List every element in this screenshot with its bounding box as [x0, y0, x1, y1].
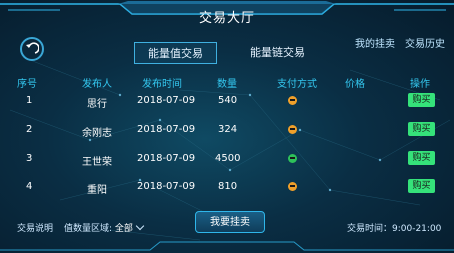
- my-sell-link[interactable]: 我的挂卖: [355, 35, 395, 50]
- row-quantity: 810: [218, 181, 238, 192]
- sell-button[interactable]: 我要挂卖: [195, 211, 265, 233]
- page-title: 交易大厅: [198, 11, 255, 26]
- trade-history-link[interactable]: 交易历史: [405, 35, 445, 50]
- row-no: 1: [26, 95, 33, 106]
- back-arrow-icon: [26, 42, 39, 54]
- row-quantity: 540: [218, 95, 238, 106]
- row-time: 2018-07-09: [137, 124, 196, 135]
- header-payment: 支付方式: [277, 79, 317, 90]
- row-time: 2018-07-09: [137, 95, 196, 106]
- row-quantity: 4500: [215, 153, 241, 164]
- row-no: 4: [26, 181, 33, 192]
- row-no: 2: [26, 124, 33, 135]
- payment-icon: [288, 182, 297, 191]
- back-button[interactable]: [20, 37, 44, 61]
- header-action: 操作: [410, 79, 430, 90]
- buy-button[interactable]: 购买: [408, 93, 435, 107]
- row-publisher: 王世荣: [82, 157, 112, 168]
- header-no: 序号: [17, 79, 37, 90]
- tab-energy-chain[interactable]: 能量链交易: [236, 42, 319, 64]
- range-label: 值数量区域:: [64, 224, 113, 234]
- footer-frame: [0, 241, 454, 251]
- buy-button[interactable]: 购买: [408, 151, 435, 165]
- tab-energy-value[interactable]: 能量值交易: [134, 42, 217, 64]
- range-selector[interactable]: 值数量区域: 全部: [64, 221, 145, 234]
- row-publisher: 思行: [87, 99, 107, 110]
- range-value: 全部: [114, 224, 133, 234]
- payment-icon: [288, 96, 297, 105]
- trade-time: 交易时间：9:00-21:00: [347, 224, 442, 234]
- payment-icon: [288, 125, 297, 134]
- payment-icon: [288, 154, 297, 163]
- header-time: 发布时间: [142, 79, 182, 90]
- buy-button[interactable]: 购买: [408, 122, 435, 136]
- chevron-down-icon: [135, 221, 145, 231]
- buy-button[interactable]: 购买: [408, 179, 435, 193]
- header-publisher: 发布人: [82, 79, 112, 90]
- header-quantity: 数量: [217, 79, 237, 90]
- row-quantity: 324: [218, 124, 238, 135]
- row-publisher: 余刚志: [82, 128, 112, 139]
- row-time: 2018-07-09: [137, 181, 196, 192]
- trade-instructions-link[interactable]: 交易说明: [17, 221, 53, 234]
- row-publisher: 重阳: [87, 185, 107, 196]
- row-time: 2018-07-09: [137, 153, 196, 164]
- row-no: 3: [26, 153, 33, 164]
- header-price: 价格: [345, 79, 365, 90]
